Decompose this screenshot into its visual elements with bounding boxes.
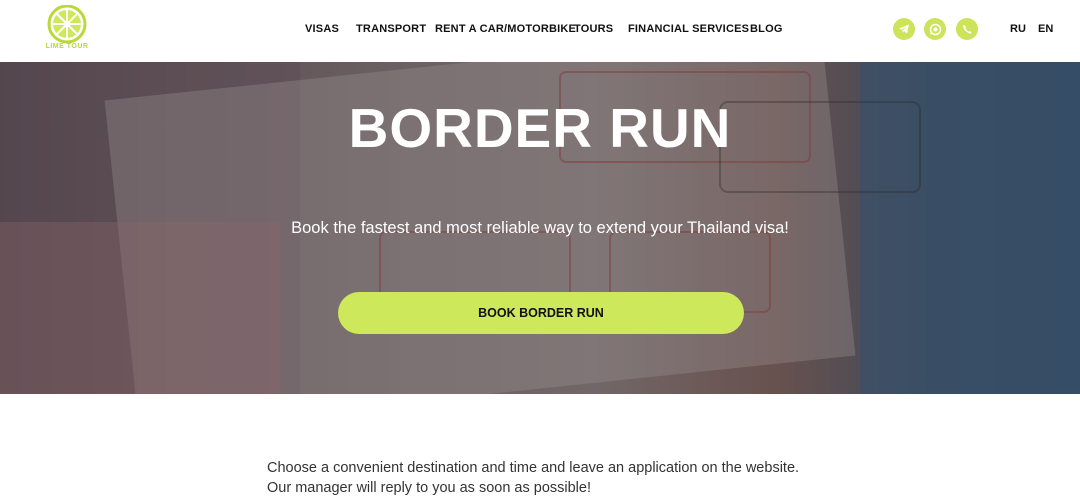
intro-line-1: Choose a convenient destination and time… [267,460,800,476]
nav-item-financial-services[interactable]: FINANCIAL SERVICES [628,23,749,35]
nav-item-tours[interactable]: TOURS [574,23,613,35]
intro-line-2: Our manager will reply to you as soon as… [267,480,591,496]
intro-text: Choose a convenient destination and time… [267,458,867,498]
nav-item-blog[interactable]: BLOG [750,23,783,35]
lang-ru[interactable]: RU [1010,23,1026,35]
viber-icon [962,24,971,34]
telegram-icon [899,24,909,34]
hero-title: BORDER RUN [348,97,732,159]
lime-tour-logo[interactable]: LIME TOUR [42,4,92,57]
book-border-run-button[interactable]: BOOK BORDER RUN [338,292,744,334]
site-header: LIME TOUR VISAS TRANSPORT RENT A CAR/MOT… [0,0,1080,62]
whatsapp-button[interactable] [924,18,946,40]
whatsapp-icon [929,23,941,35]
hero-section: BORDER RUN Book the fastest and most rel… [0,62,1080,394]
telegram-button[interactable] [893,18,915,40]
nav-item-rent[interactable]: RENT A CAR/MOTORBIKE [435,23,576,35]
nav-item-visas[interactable]: VISAS [305,23,339,35]
nav-item-transport[interactable]: TRANSPORT [356,23,426,35]
logo-text: LIME TOUR [45,43,89,50]
lime-icon [47,4,87,44]
hero-subtitle: Book the fastest and most reliable way t… [291,219,789,237]
viber-button[interactable] [956,18,978,40]
lang-en[interactable]: EN [1038,23,1053,35]
